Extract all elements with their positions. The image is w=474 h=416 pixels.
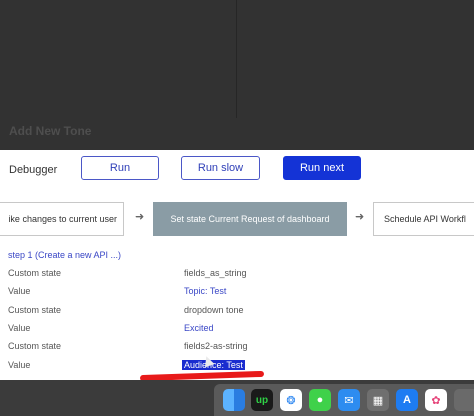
step-link[interactable]: step 1 (Create a new API ...) (8, 250, 121, 260)
workflow-step-make-changes[interactable]: ike changes to current user (0, 202, 124, 236)
run-next-button[interactable]: Run next (283, 156, 361, 180)
run-slow-button[interactable]: Run slow (181, 156, 260, 180)
photos-icon[interactable]: ✿ (425, 389, 447, 411)
debugger-toolbar: Debugger Run Run slow Run next (0, 150, 474, 190)
row-value: Excited (184, 323, 214, 333)
row-value: fields_as_string (184, 268, 247, 278)
safari-icon[interactable]: ❂ (280, 389, 302, 411)
arrow-right-icon: ➜ (355, 211, 365, 223)
workflow-step-set-state[interactable]: Set state Current Request of dashboard (153, 202, 347, 236)
dock-app-icon[interactable] (454, 389, 474, 411)
state-row: Value Excited (0, 323, 474, 341)
workflow-steps: ike changes to current user Set state Cu… (0, 202, 474, 236)
messages-icon[interactable]: ● (309, 389, 331, 411)
finder-icon[interactable] (223, 389, 245, 411)
row-value: fields2-as-string (184, 341, 248, 351)
editor-divider (236, 0, 237, 118)
arrow-right-icon: ➜ (135, 211, 145, 223)
state-row: Custom state dropdown tone (0, 305, 474, 323)
editor-canvas: Add New Tone (0, 0, 474, 150)
state-row: Custom state fields_as_string (0, 268, 474, 286)
app-store-icon[interactable]: A (396, 389, 418, 411)
state-row: Custom state fields2-as-string (0, 341, 474, 359)
state-row: Value Topic: Test (0, 286, 474, 304)
row-key: Value (8, 286, 31, 296)
section-title-add-new-tone: Add New Tone (9, 124, 92, 138)
row-key: Custom state (8, 341, 62, 351)
workflow-step-schedule-api[interactable]: Schedule API Workfl (373, 202, 474, 236)
row-value: Topic: Test (184, 286, 227, 296)
launchpad-icon[interactable]: ▦ (367, 389, 389, 411)
debugger-label: Debugger (9, 164, 58, 176)
run-button[interactable]: Run (81, 156, 159, 180)
upwork-icon[interactable]: up (251, 389, 273, 411)
row-key: Custom state (8, 268, 62, 278)
row-key: Value (8, 323, 31, 333)
row-value: dropdown tone (184, 305, 244, 315)
row-key: Value (8, 360, 31, 370)
mail-icon[interactable]: ✉ (338, 389, 360, 411)
row-key: Custom state (8, 305, 62, 315)
